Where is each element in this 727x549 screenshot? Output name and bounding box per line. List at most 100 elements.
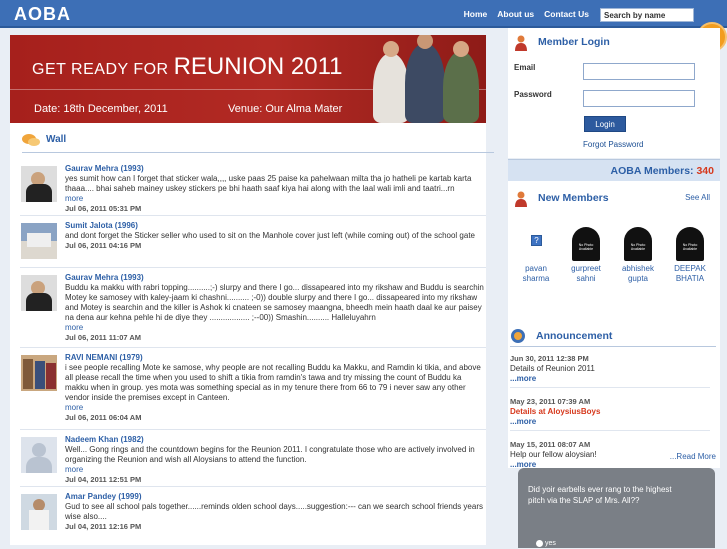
see-all-link[interactable]: See All (685, 193, 710, 202)
post-timestamp: Jul 06, 2011 04:16 PM (65, 241, 142, 250)
site-logo[interactable]: AOBA (14, 4, 71, 25)
post-author-link[interactable]: Nadeem Khan (1982) (65, 435, 144, 444)
login-button[interactable]: Login (584, 116, 626, 132)
announcement-title: Announcement (536, 330, 613, 342)
login-title: Member Login (538, 36, 610, 48)
member-login-panel: Member Login Email Password Login Forgot… (508, 28, 720, 158)
nav-contact-link[interactable]: Contact Us (544, 9, 589, 19)
member-first-name: gurpreet (571, 264, 601, 273)
post-timestamp: Jul 06, 2011 06:04 AM (65, 413, 142, 422)
announcement-more-link[interactable]: ...more (510, 374, 536, 383)
announcement-more-link[interactable]: ...more (510, 417, 536, 426)
wall-header: Wall (22, 133, 494, 153)
announcement-date: May 23, 2011 07:39 AM (510, 397, 591, 406)
members-count-bar: AOBA Members: 340 (508, 159, 720, 181)
wall-post: Sumit Jalota (1996) and dont forget the … (20, 218, 486, 268)
password-label: Password (514, 90, 552, 99)
banner-person (405, 43, 445, 123)
top-navigation-bar: AOBA Home About us Contact Us (0, 0, 727, 28)
banner-title: GET READY FOR REUNION 2011 (32, 53, 343, 81)
announcement-divider (510, 346, 716, 347)
email-field[interactable] (583, 63, 695, 80)
member-card[interactable]: No Photo Available abhishek gupta (616, 225, 660, 284)
radio-icon[interactable] (536, 539, 543, 547)
wall-title: Wall (46, 134, 67, 145)
member-photo[interactable]: No Photo Available (620, 225, 656, 261)
post-text: Well... Gong rings and the countdown beg… (65, 445, 475, 464)
question-icon: ? (531, 235, 542, 246)
post-avatar[interactable] (21, 437, 57, 473)
reunion-banner[interactable]: GET READY FOR REUNION 2011 Date: 18th De… (10, 35, 486, 123)
chat-bubbles-icon (22, 134, 40, 146)
member-first-name: DEEPAK (674, 264, 706, 273)
post-body: Nadeem Khan (1982) Well... Gong rings an… (65, 435, 485, 485)
wall-panel: Wall Gaurav Mehra (1993) yes sumit how c… (10, 123, 494, 545)
member-last-name: gupta (627, 274, 649, 283)
post-avatar[interactable] (21, 494, 57, 530)
poll-box: Did yoir earbells ever rang to the highe… (518, 468, 715, 548)
post-avatar[interactable] (21, 275, 57, 311)
poll-option-label: yes (544, 540, 556, 547)
post-author-link[interactable]: RAVI NEMANI (1979) (65, 353, 143, 362)
member-last-name: BHATIA (675, 274, 705, 283)
post-avatar[interactable] (21, 223, 57, 259)
post-body: Gaurav Mehra (1993) Buddu ka makku with … (65, 273, 485, 343)
main-nav: Home About us Contact Us (464, 9, 589, 19)
wall-post: Gaurav Mehra (1993) yes sumit how can I … (20, 161, 486, 216)
member-first-name: abhishek (621, 264, 655, 273)
post-author-link[interactable]: Gaurav Mehra (1993) (65, 273, 144, 282)
read-more-link[interactable]: ...Read More (670, 452, 716, 461)
no-photo-text: No Photo Available (578, 243, 594, 251)
post-text: yes sumit how can I forget that sticker … (65, 174, 472, 193)
member-photo[interactable]: No Photo Available (672, 225, 708, 261)
post-author-link[interactable]: Gaurav Mehra (1993) (65, 164, 144, 173)
post-more-link[interactable]: more (65, 465, 485, 475)
banner-title-prefix: GET READY FOR (32, 61, 169, 78)
wall-post: RAVI NEMANI (1979) i see people recallin… (20, 350, 486, 430)
post-text: Buddu ka makku with rabri topping.......… (65, 283, 484, 322)
banner-photo (365, 35, 486, 123)
search-input[interactable] (600, 8, 694, 22)
banner-person (373, 53, 409, 123)
password-field[interactable] (583, 90, 695, 107)
member-card[interactable]: No Photo Available DEEPAK BHATIA (668, 225, 712, 284)
wall-post: Gaurav Mehra (1993) Buddu ka makku with … (20, 270, 486, 348)
forgot-password-link[interactable]: Forgot Password (583, 140, 643, 149)
member-card[interactable]: ? pavan sharma (514, 225, 558, 284)
members-count-label: AOBA Members: (610, 165, 694, 177)
announcement-panel: Announcement Jun 30, 2011 12:38 PM Detai… (508, 318, 720, 469)
post-text: and dont forget the Sticker seller who u… (65, 231, 476, 240)
email-label: Email (514, 63, 536, 72)
banner-person-head (453, 41, 469, 57)
banner-date: Date: 18th December, 2011 (34, 103, 168, 115)
post-avatar[interactable] (21, 355, 57, 391)
post-more-link[interactable]: more (65, 403, 485, 413)
post-more-link[interactable]: more (65, 194, 485, 204)
announcement-date: Jun 30, 2011 12:38 PM (510, 354, 589, 363)
post-text: Gud to see all school pals together.....… (65, 502, 483, 521)
new-members-panel: New Members See All ? pavan sharma No Ph… (508, 181, 720, 318)
post-author-link[interactable]: Amar Pandey (1999) (65, 492, 141, 501)
member-photo[interactable]: ? (518, 225, 554, 261)
member-photo[interactable]: No Photo Available (568, 225, 604, 261)
poll-question: Did yoir earbells ever rang to the highe… (528, 485, 672, 505)
members-count-value: 340 (696, 165, 714, 177)
banner-title-year: REUNION 2011 (173, 53, 343, 80)
poll-option[interactable]: yes (536, 538, 556, 549)
post-author-link[interactable]: Sumit Jalota (1996) (65, 221, 138, 230)
announcement-text: Details of Reunion 2011 (510, 364, 595, 373)
post-avatar[interactable] (21, 166, 57, 202)
no-photo-text: No Photo Available (630, 243, 646, 251)
user-icon (515, 191, 527, 207)
nav-about-link[interactable]: About us (497, 9, 534, 19)
banner-venue: Venue: Our Alma Mater (228, 103, 343, 115)
post-more-link[interactable]: more (65, 323, 485, 333)
no-photo-silhouette-icon: No Photo Available (676, 227, 704, 261)
banner-person-head (383, 41, 399, 57)
user-icon (515, 35, 527, 51)
banner-person (443, 51, 479, 123)
post-text: i see people recalling Mote ke samose, w… (65, 363, 481, 402)
member-card[interactable]: No Photo Available gurpreet sahni (564, 225, 608, 284)
member-last-name: sahni (576, 274, 596, 283)
nav-home-link[interactable]: Home (464, 9, 488, 19)
